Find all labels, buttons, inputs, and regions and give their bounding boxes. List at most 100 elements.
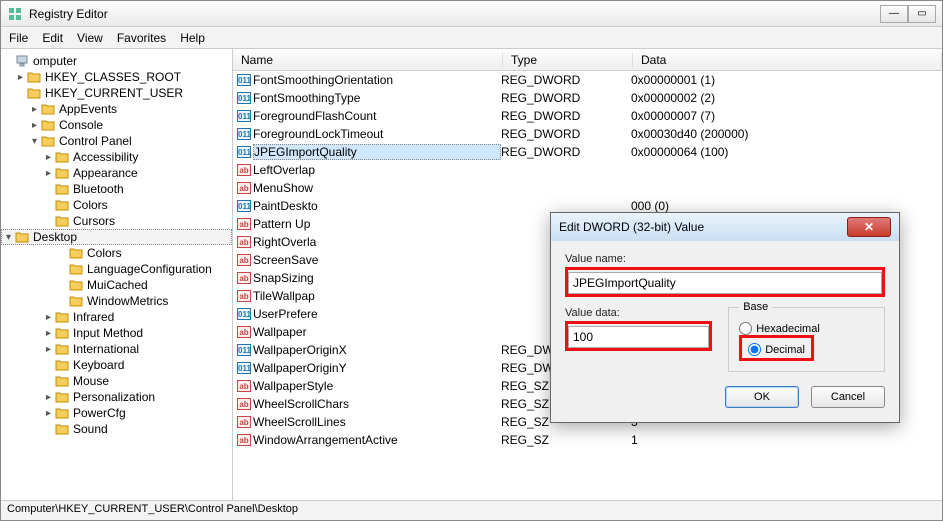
tree-item[interactable]: ▸Infrared: [1, 309, 232, 325]
folder-icon: [54, 310, 70, 324]
string-icon: ab: [237, 254, 251, 266]
tree-item[interactable]: Colors: [1, 197, 232, 213]
tree-item-label: International: [73, 342, 139, 356]
tree-item[interactable]: ▸ Input Method: [1, 325, 232, 341]
tree-item[interactable]: Keyboard: [1, 357, 232, 373]
tree-item[interactable]: ▸Accessibility: [1, 149, 232, 165]
tree-item[interactable]: ▸AppEvents: [1, 101, 232, 117]
row-name: WheelScrollChars: [253, 397, 501, 411]
row-name: FontSmoothingType: [253, 91, 501, 105]
dialog-titlebar[interactable]: Edit DWORD (32-bit) Value ✕: [551, 213, 899, 241]
row-data: 0x00000007 (7): [631, 109, 940, 123]
radio-hex[interactable]: [739, 322, 752, 335]
twisty-icon[interactable]: ▸: [29, 120, 40, 131]
menu-edit[interactable]: Edit: [42, 31, 63, 45]
folder-icon: [54, 214, 70, 228]
row-name: JPEGImportQuality: [253, 144, 501, 160]
dword-icon: 011: [237, 362, 251, 374]
folder-icon: [68, 246, 84, 260]
list-row[interactable]: 011FontSmoothingOrientationREG_DWORD0x00…: [233, 71, 942, 89]
tree-item[interactable]: ▸ International: [1, 341, 232, 357]
list-row[interactable]: abMenuShow: [233, 179, 942, 197]
tree-item-label: HKEY_CURRENT_USER: [45, 86, 183, 100]
row-name: ScreenSave: [253, 253, 501, 267]
row-name: ForegroundLockTimeout: [253, 127, 501, 141]
tree-item[interactable]: Cursors: [1, 213, 232, 229]
row-name: FontSmoothingOrientation: [253, 73, 501, 87]
tree-item[interactable]: ▸HKEY_CLASSES_ROOT: [1, 69, 232, 85]
col-name[interactable]: Name: [233, 53, 503, 67]
tree-item[interactable]: ▸Personalization: [1, 389, 232, 405]
string-icon: ab: [237, 398, 251, 410]
tree-item[interactable]: WindowMetrics: [1, 293, 232, 309]
twisty-icon[interactable]: ▸: [43, 168, 54, 179]
list-row[interactable]: 011ForegroundLockTimeoutREG_DWORD0x00030…: [233, 125, 942, 143]
tree-item[interactable]: HKEY_CURRENT_USER: [1, 85, 232, 101]
tree-item[interactable]: Sound: [1, 421, 232, 437]
cancel-button[interactable]: Cancel: [811, 386, 885, 408]
tree-item[interactable]: omputer: [1, 53, 232, 69]
computer-icon: [14, 54, 30, 68]
tree-item[interactable]: ▾Desktop: [1, 229, 232, 245]
window-titlebar: Registry Editor — ▭: [1, 1, 942, 27]
twisty-icon[interactable]: ▸: [15, 72, 26, 83]
menubar: File Edit View Favorites Help: [1, 27, 942, 49]
list-row[interactable]: 011FontSmoothingTypeREG_DWORD0x00000002 …: [233, 89, 942, 107]
value-name-input[interactable]: [568, 272, 882, 294]
values-list[interactable]: Name Type Data 011FontSmoothingOrientati…: [233, 49, 942, 500]
list-row[interactable]: 011JPEGImportQualityREG_DWORD0x00000064 …: [233, 143, 942, 161]
row-name: UserPrefere: [253, 307, 501, 321]
tree-item[interactable]: LanguageConfiguration: [1, 261, 232, 277]
tree-item[interactable]: ▸ Console: [1, 117, 232, 133]
row-name: LeftOverlap: [253, 163, 501, 177]
list-row[interactable]: abLeftOverlap: [233, 161, 942, 179]
twisty-icon[interactable]: ▸: [43, 392, 54, 403]
twisty-icon[interactable]: ▸: [43, 344, 54, 355]
row-data: 0x00000002 (2): [631, 91, 940, 105]
window-title: Registry Editor: [29, 7, 880, 21]
row-type: REG_SZ: [501, 433, 631, 447]
folder-icon: [54, 342, 70, 356]
row-type: REG_DWORD: [501, 91, 631, 105]
menu-favorites[interactable]: Favorites: [117, 31, 166, 45]
value-data-input[interactable]: [568, 326, 709, 348]
tree-item-label: Colors: [73, 198, 108, 212]
twisty-icon[interactable]: ▸: [43, 152, 54, 163]
twisty-icon[interactable]: ▾: [3, 232, 14, 243]
folder-icon: [14, 230, 30, 244]
dword-icon: 011: [237, 344, 251, 356]
minimize-button[interactable]: —: [880, 5, 908, 23]
dialog-close-button[interactable]: ✕: [847, 217, 891, 237]
tree-item[interactable]: ▸Appearance: [1, 165, 232, 181]
list-header[interactable]: Name Type Data: [233, 49, 942, 71]
tree-item-label: Console: [59, 118, 103, 132]
tree-item[interactable]: Mouse: [1, 373, 232, 389]
tree-item[interactable]: Colors: [1, 245, 232, 261]
twisty-icon[interactable]: ▸: [43, 312, 54, 323]
col-data[interactable]: Data: [633, 53, 942, 67]
folder-icon: [26, 86, 42, 100]
menu-file[interactable]: File: [9, 31, 28, 45]
radio-decimal[interactable]: [748, 343, 761, 356]
tree-item[interactable]: ▸PowerCfg: [1, 405, 232, 421]
twisty-icon[interactable]: ▾: [29, 136, 40, 147]
row-type: REG_DWORD: [501, 145, 631, 159]
tree-item[interactable]: ▾Control Panel: [1, 133, 232, 149]
menu-view[interactable]: View: [77, 31, 103, 45]
tree-item[interactable]: Bluetooth: [1, 181, 232, 197]
maximize-button[interactable]: ▭: [908, 5, 936, 23]
menu-help[interactable]: Help: [180, 31, 205, 45]
list-row[interactable]: abWindowArrangementActiveREG_SZ1: [233, 431, 942, 449]
registry-tree[interactable]: omputer▸HKEY_CLASSES_ROOTHKEY_CURRENT_US…: [1, 49, 233, 500]
list-row[interactable]: 011ForegroundFlashCountREG_DWORD0x000000…: [233, 107, 942, 125]
tree-item-label: Input Method: [73, 326, 143, 340]
folder-icon: [54, 150, 70, 164]
dword-icon: 011: [237, 128, 251, 140]
ok-button[interactable]: OK: [725, 386, 799, 408]
twisty-icon[interactable]: ▸: [43, 408, 54, 419]
twisty-icon[interactable]: ▸: [29, 104, 40, 115]
twisty-icon[interactable]: ▸: [43, 328, 54, 339]
tree-item[interactable]: MuiCached: [1, 277, 232, 293]
col-type[interactable]: Type: [503, 53, 633, 67]
tree-item-label: MuiCached: [87, 278, 148, 292]
